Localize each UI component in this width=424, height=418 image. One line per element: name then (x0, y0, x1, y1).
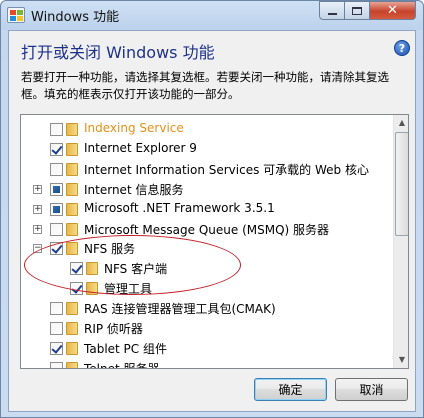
expand-icon[interactable]: + (33, 204, 42, 214)
maximize-button[interactable] (344, 1, 370, 20)
dialog-description: 若要打开一种功能，请选择其复选框。若要关闭一种功能，请清除其复选框。填充的框表示… (21, 70, 389, 101)
feature-row[interactable]: 管理工具 (21, 278, 393, 298)
window-title: Windows 功能 (31, 10, 120, 25)
feature-row[interactable]: Tablet PC 组件 (21, 338, 393, 358)
feature-checkbox[interactable] (50, 242, 63, 256)
feature-label: Telnet 服务器 (84, 361, 160, 369)
feature-checkbox[interactable] (50, 302, 63, 316)
folder-icon (66, 123, 78, 136)
folder-icon (66, 341, 78, 355)
feature-row[interactable]: RIP 侦听器 (21, 318, 393, 338)
folder-icon (86, 282, 98, 296)
minimize-button[interactable] (319, 1, 345, 20)
dialog-content: 打开或关闭 Windows 功能 ? 若要打开一种功能，请选择其复选框。若要关闭… (8, 30, 416, 412)
feature-checkbox[interactable] (50, 162, 63, 176)
scroll-down-icon[interactable]: ▼ (395, 352, 408, 368)
feature-row[interactable]: − NFS 服务 (21, 238, 393, 258)
cancel-button[interactable]: 取消 (335, 378, 408, 401)
feature-checkbox[interactable] (50, 202, 63, 216)
feature-label: Internet Explorer 9 (84, 140, 197, 155)
feature-checkbox[interactable] (50, 361, 63, 368)
feature-row[interactable]: NFS 客户端 (21, 258, 393, 278)
feature-checkbox[interactable] (50, 123, 63, 136)
folder-icon (66, 182, 78, 196)
help-icon[interactable]: ? (394, 40, 410, 56)
feature-label: Indexing Service (84, 121, 184, 135)
feature-row[interactable]: + Microsoft .NET Framework 3.5.1 (21, 199, 393, 219)
folder-icon (66, 222, 78, 236)
maximize-icon (352, 6, 362, 15)
folder-icon (66, 242, 78, 256)
feature-label: RIP 侦听器 (84, 322, 143, 336)
feature-checkbox[interactable] (50, 222, 63, 236)
folder-icon (66, 302, 78, 316)
close-icon: ✕ (387, 3, 398, 18)
feature-label: Tablet PC 组件 (84, 341, 167, 356)
feature-row[interactable]: + Internet 信息服务 (21, 179, 393, 199)
minimize-icon (327, 12, 337, 15)
ok-button[interactable]: 确定 (254, 378, 327, 401)
collapse-icon[interactable]: − (33, 244, 42, 254)
feature-checkbox[interactable] (50, 341, 63, 355)
feature-label: NFS 客户端 (104, 262, 168, 277)
feature-label: Microsoft .NET Framework 3.5.1 (84, 200, 275, 215)
feature-row[interactable]: Telnet 服务器 (21, 358, 393, 369)
feature-checkbox[interactable] (50, 142, 63, 156)
feature-checkbox[interactable] (50, 182, 63, 196)
expand-icon[interactable]: + (33, 224, 42, 234)
feature-checkbox[interactable] (70, 262, 83, 276)
feature-label: Microsoft Message Queue (MSMQ) 服务器 (84, 222, 330, 237)
feature-row[interactable]: Indexing Service (21, 119, 393, 139)
folder-icon (66, 142, 78, 156)
folder-icon (66, 361, 78, 368)
feature-checkbox[interactable] (50, 322, 63, 335)
folder-icon (86, 262, 98, 276)
title-bar[interactable]: Windows 功能 ✕ (1, 1, 423, 29)
tree-scrollbar[interactable]: ▲ ▼ (393, 115, 408, 368)
feature-row[interactable]: + Microsoft Message Queue (MSMQ) 服务器 (21, 219, 393, 239)
dialog-heading: 打开或关闭 Windows 功能 (21, 43, 215, 62)
windows-features-dialog: Windows 功能 ✕ 打开或关闭 Windows 功能 ? 若要打开一种功能… (0, 0, 424, 418)
feature-label: 管理工具 (104, 282, 153, 297)
feature-label: RAS 连接管理器管理工具包(CMAK) (84, 302, 276, 317)
folder-icon (66, 162, 78, 176)
feature-row[interactable]: Internet Information Services 可承载的 Web 核… (21, 159, 393, 179)
folder-icon (66, 202, 78, 216)
close-button[interactable]: ✕ (369, 1, 416, 20)
windows-logo-icon (7, 7, 25, 23)
feature-label: Internet 信息服务 (84, 182, 184, 197)
scroll-up-icon[interactable]: ▲ (395, 115, 408, 131)
feature-row[interactable]: Internet Explorer 9 (21, 139, 393, 159)
scroll-thumb[interactable] (395, 132, 408, 236)
feature-row[interactable]: RAS 连接管理器管理工具包(CMAK) (21, 298, 393, 318)
folder-icon (66, 322, 78, 335)
feature-label: NFS 服务 (84, 242, 136, 257)
feature-label: Internet Information Services 可承载的 Web 核… (84, 162, 369, 177)
expand-icon[interactable]: + (33, 184, 42, 194)
feature-tree[interactable]: Indexing Service Internet Explorer 9 Inter… (20, 114, 409, 369)
feature-checkbox[interactable] (70, 282, 83, 296)
